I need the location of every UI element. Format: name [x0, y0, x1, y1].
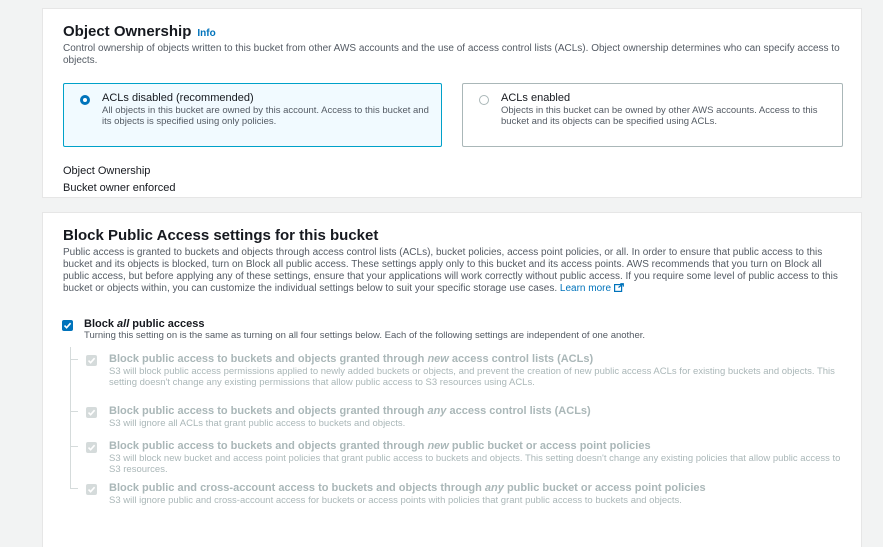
- object-ownership-field-value: Bucket owner enforced: [63, 182, 176, 194]
- setting-title-emphasis: any: [484, 482, 504, 494]
- setting-new-acls: Block public access to buckets and objec…: [76, 352, 843, 388]
- setting-cross-account-description: S3 will ignore public and cross-account …: [109, 495, 682, 506]
- setting-new-policies-description: S3 will block new bucket and access poin…: [109, 453, 841, 475]
- setting-cross-account-policies: Block public and cross-account access to…: [76, 481, 843, 506]
- acls-disabled-option[interactable]: ACLs disabled (recommended) All objects …: [63, 83, 442, 147]
- block-public-access-description: Public access is granted to buckets and …: [63, 247, 841, 295]
- radio-unselected-icon[interactable]: [479, 95, 489, 105]
- setting-new-acls-checkbox[interactable]: [86, 355, 97, 366]
- object-ownership-panel: Object Ownership Info Control ownership o…: [42, 8, 862, 198]
- setting-new-policies-title: Block public access to buckets and objec…: [76, 439, 843, 453]
- setting-new-acls-title: Block public access to buckets and objec…: [76, 352, 843, 366]
- ownership-options: ACLs disabled (recommended) All objects …: [63, 83, 843, 147]
- block-all-label: Block all public access: [62, 318, 843, 330]
- block-public-access-title: Block Public Access settings for this bu…: [63, 227, 379, 244]
- setting-title-prefix: Block public and cross-account access to…: [109, 482, 485, 494]
- block-all-public-access-setting: Block all public access Turning this set…: [62, 318, 843, 341]
- setting-title-suffix: access control lists (ACLs): [446, 405, 591, 417]
- setting-new-policies: Block public access to buckets and objec…: [76, 439, 843, 475]
- setting-cross-account-checkbox[interactable]: [86, 484, 97, 495]
- learn-more-link[interactable]: Learn more: [560, 283, 611, 294]
- info-link[interactable]: Info: [197, 28, 215, 39]
- checkmark-icon: [87, 409, 96, 416]
- setting-title-prefix: Block public access to buckets and objec…: [109, 405, 428, 417]
- setting-any-acls-title: Block public access to buckets and objec…: [76, 404, 843, 418]
- object-ownership-field-label: Object Ownership: [63, 165, 151, 177]
- setting-any-acls-checkbox[interactable]: [86, 407, 97, 418]
- setting-cross-account-title: Block public and cross-account access to…: [76, 481, 843, 495]
- external-link-icon[interactable]: [614, 283, 624, 292]
- setting-title-emphasis: any: [427, 405, 447, 417]
- setting-title-emphasis: new: [427, 440, 449, 452]
- setting-title-suffix: access control lists (ACLs): [448, 353, 594, 365]
- setting-title-suffix: public bucket or access point policies: [448, 440, 651, 452]
- acls-enabled-title: ACLs enabled: [501, 92, 571, 104]
- checkmark-icon: [87, 444, 96, 451]
- acls-enabled-description: Objects in this bucket can be owned by o…: [501, 105, 818, 127]
- block-all-description: Turning this setting on is the same as t…: [84, 330, 646, 341]
- checkmark-icon: [63, 322, 72, 329]
- acls-disabled-description: All objects in this bucket are owned by …: [102, 105, 429, 127]
- block-all-label-suffix: public access: [129, 318, 205, 330]
- acls-disabled-title: ACLs disabled (recommended): [102, 92, 254, 104]
- setting-new-policies-checkbox[interactable]: [86, 442, 97, 453]
- block-all-label-emphasis: all: [117, 318, 130, 330]
- setting-title-prefix: Block public access to buckets and objec…: [109, 440, 428, 452]
- setting-title-prefix: Block public access to buckets and objec…: [109, 353, 428, 365]
- block-all-label-prefix: Block: [84, 318, 118, 330]
- setting-title-suffix: public bucket or access point policies: [503, 482, 706, 494]
- setting-new-acls-description: S3 will block public access permissions …: [109, 366, 835, 388]
- acls-enabled-option[interactable]: ACLs enabled Objects in this bucket can …: [462, 83, 843, 147]
- block-all-checkbox[interactable]: [62, 320, 73, 331]
- object-ownership-heading: Object Ownership Info: [63, 23, 841, 40]
- radio-selected-icon[interactable]: [80, 95, 90, 105]
- setting-title-emphasis: new: [427, 353, 449, 365]
- object-ownership-description: Control ownership of objects written to …: [63, 43, 840, 66]
- setting-any-acls: Block public access to buckets and objec…: [76, 404, 843, 429]
- checkmark-icon: [87, 357, 96, 364]
- setting-any-acls-description: S3 will ignore all ACLs that grant publi…: [109, 418, 406, 429]
- block-description-text: Public access is granted to buckets and …: [63, 247, 838, 294]
- tree-connector-line: [70, 347, 71, 488]
- checkmark-icon: [87, 486, 96, 493]
- object-ownership-title: Object Ownership: [63, 23, 192, 40]
